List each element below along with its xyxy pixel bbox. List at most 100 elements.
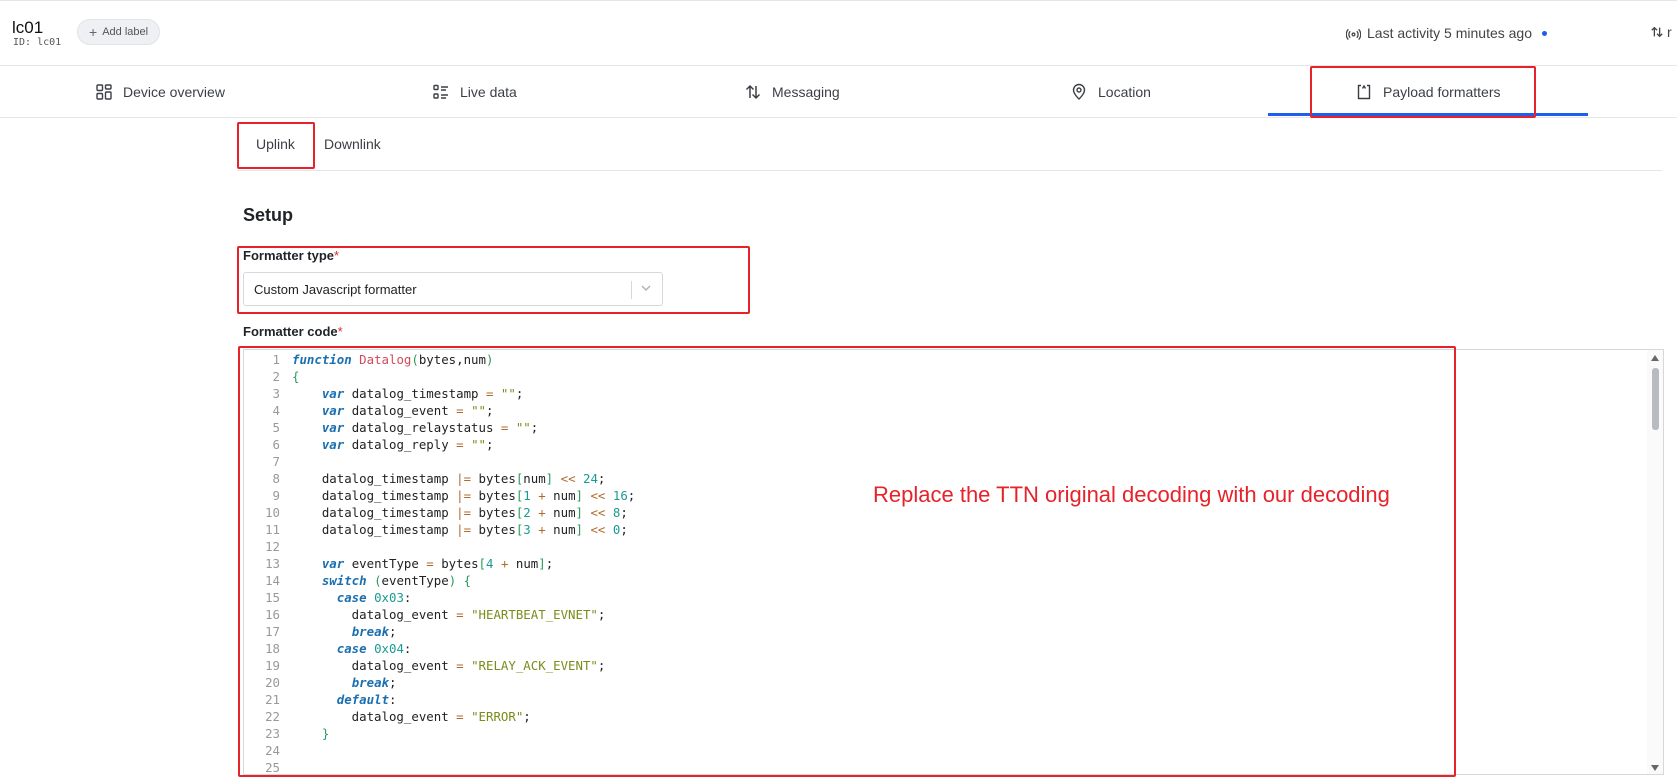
add-label-text: Add label	[102, 26, 149, 38]
tab-location[interactable]: Location	[1070, 66, 1151, 118]
code-text: function Datalog(bytes,num)	[292, 352, 494, 367]
code-line: 7	[244, 453, 635, 470]
code-line: 16 datalog_event = "HEARTBEAT_EVNET";	[244, 606, 635, 623]
active-tab-indicator	[1268, 113, 1588, 116]
code-text: break;	[351, 675, 397, 690]
line-number: 3	[272, 386, 280, 401]
code-text: var datalog_reply = "";	[321, 437, 494, 452]
code-text: datalog_timestamp |= bytes[2 + num] << 8…	[292, 505, 628, 520]
last-activity-text: Last activity 5 minutes ago	[1367, 25, 1532, 41]
line-number: 19	[265, 658, 280, 673]
annotation-text: Replace the TTN original decoding with o…	[873, 482, 1390, 507]
chevron-down-icon	[641, 285, 651, 292]
code-text: default:	[336, 692, 397, 707]
tab-messaging[interactable]: Messaging	[744, 66, 840, 118]
line-number: 15	[265, 590, 280, 605]
line-number: 4	[272, 403, 280, 418]
tab-live-data[interactable]: Live data	[432, 66, 517, 118]
code-line: 24	[244, 742, 635, 759]
add-label-button[interactable]: + Add label	[77, 19, 161, 45]
device-title: lc01	[12, 18, 44, 37]
code-line: 1 function Datalog(bytes,num)	[244, 351, 635, 368]
code-text: break;	[351, 624, 397, 639]
subtab-downlink[interactable]: Downlink	[324, 136, 381, 152]
code-text: datalog_timestamp |= bytes[3 + num] << 0…	[292, 522, 628, 537]
code-text: {	[292, 369, 300, 384]
code-text: case 0x04:	[336, 641, 412, 656]
device-id: ID: lc01	[13, 37, 62, 48]
code-text: var datalog_event = "";	[321, 403, 494, 418]
code-line: 9 datalog_timestamp |= bytes[1 + num] <<…	[244, 487, 636, 504]
up-down-arrows-icon	[1651, 26, 1663, 38]
line-number: 14	[265, 573, 280, 588]
device-header: lc01 ID: lc01 + Add label Last activity …	[0, 0, 1677, 66]
plus-icon: +	[89, 24, 98, 40]
line-number: 21	[265, 692, 280, 707]
line-number: 8	[272, 471, 280, 486]
tab-payload-formatters[interactable]: Payload formatters	[1355, 66, 1501, 118]
line-number: 16	[265, 607, 280, 622]
line-number: 10	[265, 505, 280, 520]
code-text: var eventType = bytes[4 + num];	[321, 556, 554, 571]
line-number: 5	[272, 420, 280, 435]
formatter-code-editor[interactable]: 1 function Datalog(bytes,num) 2 {3 var data…	[243, 349, 1664, 775]
code-text: var datalog_relaystatus = "";	[321, 420, 539, 435]
line-number: 23	[265, 726, 280, 741]
code-text: datalog_event = "ERROR";	[292, 709, 531, 724]
traffic-indicator: r	[1650, 24, 1677, 40]
tab-label: Location	[1098, 84, 1151, 100]
line-number: 7	[272, 454, 280, 469]
code-lines: 1 function Datalog(bytes,num) 2 {3 var data…	[244, 351, 636, 775]
formatter-type-select[interactable]: Custom Javascript formatter	[243, 272, 663, 306]
setup-heading: Setup	[243, 205, 294, 225]
tab-label: Live data	[460, 84, 517, 100]
code-line: 5 var datalog_relaystatus = "";	[244, 419, 635, 436]
scroll-down-arrow-icon[interactable]	[1651, 765, 1659, 771]
code-text: case 0x03:	[336, 590, 412, 605]
line-number: 12	[265, 539, 280, 554]
code-text: datalog_timestamp |= bytes[1 + num] << 1…	[292, 488, 636, 503]
line-number: 13	[265, 556, 280, 571]
code-line: 13 var eventType = bytes[4 + num];	[244, 555, 635, 572]
code-line: 3 var datalog_timestamp = "";	[244, 385, 635, 402]
select-separator	[631, 281, 632, 299]
code-text: datalog_event = "HEARTBEAT_EVNET";	[292, 607, 606, 622]
code-line: 10 datalog_timestamp |= bytes[2 + num] <…	[244, 504, 635, 521]
last-activity: Last activity 5 minutes ago	[1346, 25, 1547, 41]
line-number: 2	[272, 369, 280, 384]
line-number: 20	[265, 675, 280, 690]
formatter-type-label: Formatter type*	[243, 248, 339, 263]
formatter-type-value: Custom Javascript formatter	[254, 281, 417, 297]
code-line: 11 datalog_timestamp |= bytes[3 + num] <…	[244, 521, 635, 538]
tab-label: Messaging	[772, 84, 840, 100]
signal-icon	[1346, 28, 1362, 40]
scroll-up-arrow-icon[interactable]	[1651, 355, 1659, 361]
editor-scrollbar[interactable]	[1647, 350, 1663, 774]
scroll-thumb[interactable]	[1652, 368, 1659, 430]
arrows-up-down-icon	[745, 84, 761, 100]
code-line: 6 var datalog_reply = "";	[244, 436, 635, 453]
line-number: 9	[272, 488, 280, 503]
code-text: }	[321, 726, 330, 741]
device-tabs: Device overview Live data Messaging Loca…	[0, 66, 1677, 118]
code-line: 15 case 0x03:	[244, 589, 635, 606]
line-number: 11	[265, 522, 280, 537]
map-pin-icon	[1072, 83, 1086, 100]
line-number: 17	[265, 624, 280, 639]
line-number: 25	[265, 760, 280, 775]
status-dot	[1542, 30, 1547, 36]
grid-icon	[96, 84, 112, 100]
line-number: 18	[265, 641, 280, 656]
code-text: datalog_event = "RELAY_ACK_EVENT";	[292, 658, 606, 673]
code-text: var datalog_timestamp = "";	[321, 386, 524, 401]
code-line: 18 case 0x04:	[244, 640, 635, 657]
formatter-icon	[1357, 84, 1371, 100]
formatter-code-label-text: Formatter code	[243, 324, 338, 339]
tab-device-overview[interactable]: Device overview	[95, 66, 225, 118]
code-line: 22 datalog_event = "ERROR";	[244, 708, 635, 725]
subtab-uplink[interactable]: Uplink	[256, 136, 295, 152]
tab-label: Payload formatters	[1383, 84, 1501, 100]
